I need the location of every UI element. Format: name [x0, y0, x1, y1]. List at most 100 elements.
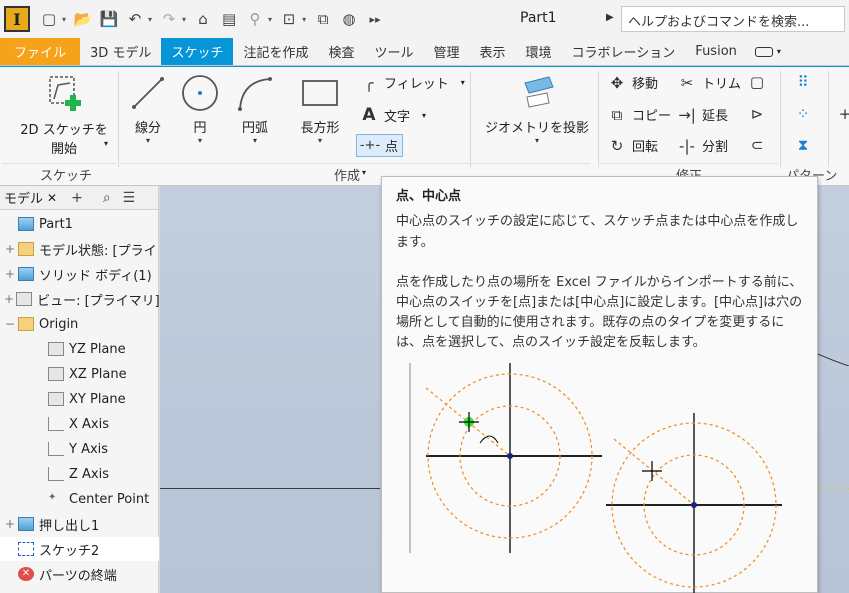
- tree-item[interactable]: Part1: [0, 212, 159, 236]
- tree-item-label: パーツの終端: [39, 568, 117, 584]
- tab-environment[interactable]: 環境: [516, 38, 562, 65]
- line-button[interactable]: 線分 ▾: [124, 73, 172, 145]
- stretch-button[interactable]: ⊳: [746, 105, 772, 123]
- menu-icon[interactable]: ☰: [123, 190, 136, 206]
- tree-item[interactable]: − Origin: [0, 312, 159, 336]
- offset-button[interactable]: ⊂: [746, 136, 772, 154]
- tree-item-label: XY Plane: [69, 391, 126, 407]
- expand-toggle-icon[interactable]: +: [4, 242, 16, 256]
- tab-fusion[interactable]: Fusion: [685, 38, 747, 65]
- panel-separator: [598, 71, 599, 167]
- start-sketch-dropdown-icon[interactable]: ▾: [104, 139, 108, 148]
- expand-toggle-icon[interactable]: +: [4, 517, 16, 531]
- select-mode-dropdown-icon[interactable]: ▾: [268, 15, 272, 24]
- solid-body-icon: [18, 267, 34, 281]
- tab-view[interactable]: 表示: [470, 38, 516, 65]
- tab-inspect[interactable]: 検査: [318, 38, 364, 65]
- mirror-icon: ⧗: [797, 136, 809, 154]
- fillet-button[interactable]: ╭ フィレット ▾: [358, 73, 465, 93]
- canvas-dashed-line: [819, 488, 849, 489]
- measure-icon[interactable]: ⊡: [278, 7, 300, 31]
- properties-icon[interactable]: ▤: [218, 7, 240, 31]
- tab-3d-model[interactable]: 3D モデル: [80, 38, 161, 65]
- new-file-dropdown-icon[interactable]: ▾: [62, 15, 66, 24]
- trim-button[interactable]: ✂ トリム: [676, 73, 741, 93]
- tree-item[interactable]: スケッチ2: [0, 537, 159, 561]
- project-geometry-dropdown-icon: ▾: [534, 136, 539, 145]
- copy-button[interactable]: ⧉ コピー: [606, 105, 672, 125]
- rectangular-pattern-button[interactable]: ⠿: [792, 73, 818, 91]
- browser-tab-model[interactable]: モデル: [0, 188, 47, 207]
- panel-separator: [780, 71, 781, 167]
- tab-file[interactable]: ファイル: [0, 38, 81, 65]
- add-icon[interactable]: +: [71, 190, 83, 206]
- tree-item[interactable]: XZ Plane: [0, 362, 159, 386]
- search-icon[interactable]: ⌕: [103, 190, 111, 206]
- rectangle-button[interactable]: 長方形 ▾: [292, 73, 348, 145]
- help-arrow-icon[interactable]: ▶: [606, 12, 614, 23]
- expand-toggle-icon[interactable]: +: [4, 292, 14, 306]
- measure-dropdown-icon[interactable]: ▾: [302, 15, 306, 24]
- help-search-input[interactable]: ヘルプおよびコマンドを検索...: [621, 6, 845, 32]
- tab-sketch[interactable]: スケッチ: [161, 38, 234, 65]
- tree-item[interactable]: + ソリッド ボディ(1): [0, 262, 159, 286]
- undo-icon[interactable]: ↶: [124, 7, 146, 31]
- redo-dropdown-icon[interactable]: ▾: [182, 15, 186, 24]
- circular-pattern-button[interactable]: ⁘: [792, 105, 818, 123]
- tree-item[interactable]: + ビュー: [プライマリ]: [0, 287, 159, 311]
- plane-icon: [48, 367, 64, 381]
- expand-toggle-icon[interactable]: +: [4, 267, 16, 281]
- app-logo-icon[interactable]: I: [4, 6, 30, 32]
- home-icon[interactable]: ⌂: [192, 7, 214, 31]
- expand-toggle-icon[interactable]: −: [4, 317, 16, 331]
- point-button[interactable]: -+- 点: [356, 134, 404, 157]
- tab-tools[interactable]: ツール: [364, 38, 423, 65]
- fillet-dropdown-icon: ▾: [460, 78, 465, 87]
- tree-item[interactable]: Z Axis: [0, 462, 159, 486]
- ribbon-display-toggle[interactable]: ▾: [754, 38, 781, 65]
- select-mode-icon[interactable]: ⚲: [244, 7, 266, 31]
- redo-icon[interactable]: ↷: [158, 7, 180, 31]
- tab-collaborate[interactable]: コラボレーション: [562, 38, 686, 65]
- tree-item[interactable]: + 押し出し1: [0, 512, 159, 536]
- rotate-button[interactable]: ↻ 回転: [606, 136, 658, 156]
- tab-manage[interactable]: 管理: [424, 38, 470, 65]
- panel-create-dropdown-icon[interactable]: ▾: [362, 168, 366, 177]
- start-2d-sketch-button[interactable]: 2D スケッチを 開始: [14, 71, 114, 157]
- appearance-icon[interactable]: ⧉: [312, 7, 334, 31]
- text-button[interactable]: A 文字 ▾: [358, 105, 426, 125]
- constraint-button[interactable]: +: [834, 105, 849, 123]
- panel-title-create[interactable]: 作成: [334, 165, 360, 184]
- new-file-icon[interactable]: ▢: [38, 7, 60, 31]
- tree-item[interactable]: ✕ パーツの終端: [0, 562, 159, 586]
- line-label: 線分: [134, 121, 161, 136]
- tree-item[interactable]: XY Plane: [0, 387, 159, 411]
- scale-button[interactable]: ▢: [746, 73, 772, 91]
- circle-button[interactable]: 円 ▾: [176, 73, 224, 145]
- open-folder-icon[interactable]: 📂: [72, 7, 94, 31]
- save-icon[interactable]: 💾: [98, 7, 120, 31]
- text-dropdown-icon: ▾: [422, 110, 427, 120]
- tab-annotate[interactable]: 注記を作成: [233, 38, 318, 65]
- model-browser: モデル ✕ + ⌕ ☰ Part1 + モデル状態: [プライ + ソリッド ボディ(1…: [0, 186, 159, 593]
- tree-item[interactable]: Y Axis: [0, 437, 159, 461]
- project-geometry-button[interactable]: ジオメトリを投影 ▾: [482, 73, 592, 145]
- view-icon: [16, 292, 33, 306]
- extend-button[interactable]: →| 延長: [676, 105, 728, 125]
- constraint-icon: +: [838, 105, 849, 123]
- tree-item-label: X Axis: [69, 416, 110, 432]
- tree-item[interactable]: ✦ Center Point: [0, 487, 159, 511]
- split-button[interactable]: -|- 分割: [676, 136, 728, 156]
- tree-item-label: Part1: [39, 216, 73, 232]
- tree-item[interactable]: X Axis: [0, 412, 159, 436]
- tree-item[interactable]: YZ Plane: [0, 337, 159, 361]
- expand-toolbar-icon[interactable]: ▸▸: [364, 7, 386, 31]
- arc-button[interactable]: 円弧 ▾: [230, 73, 280, 145]
- undo-dropdown-icon[interactable]: ▾: [148, 15, 152, 24]
- close-icon[interactable]: ✕: [47, 191, 57, 205]
- tree-item[interactable]: + モデル状態: [プライ: [0, 237, 159, 261]
- move-button[interactable]: ✥ 移動: [606, 73, 658, 93]
- copy-label: コピー: [632, 109, 672, 124]
- mirror-button[interactable]: ⧗: [792, 136, 818, 154]
- material-icon[interactable]: ◍: [338, 7, 360, 31]
